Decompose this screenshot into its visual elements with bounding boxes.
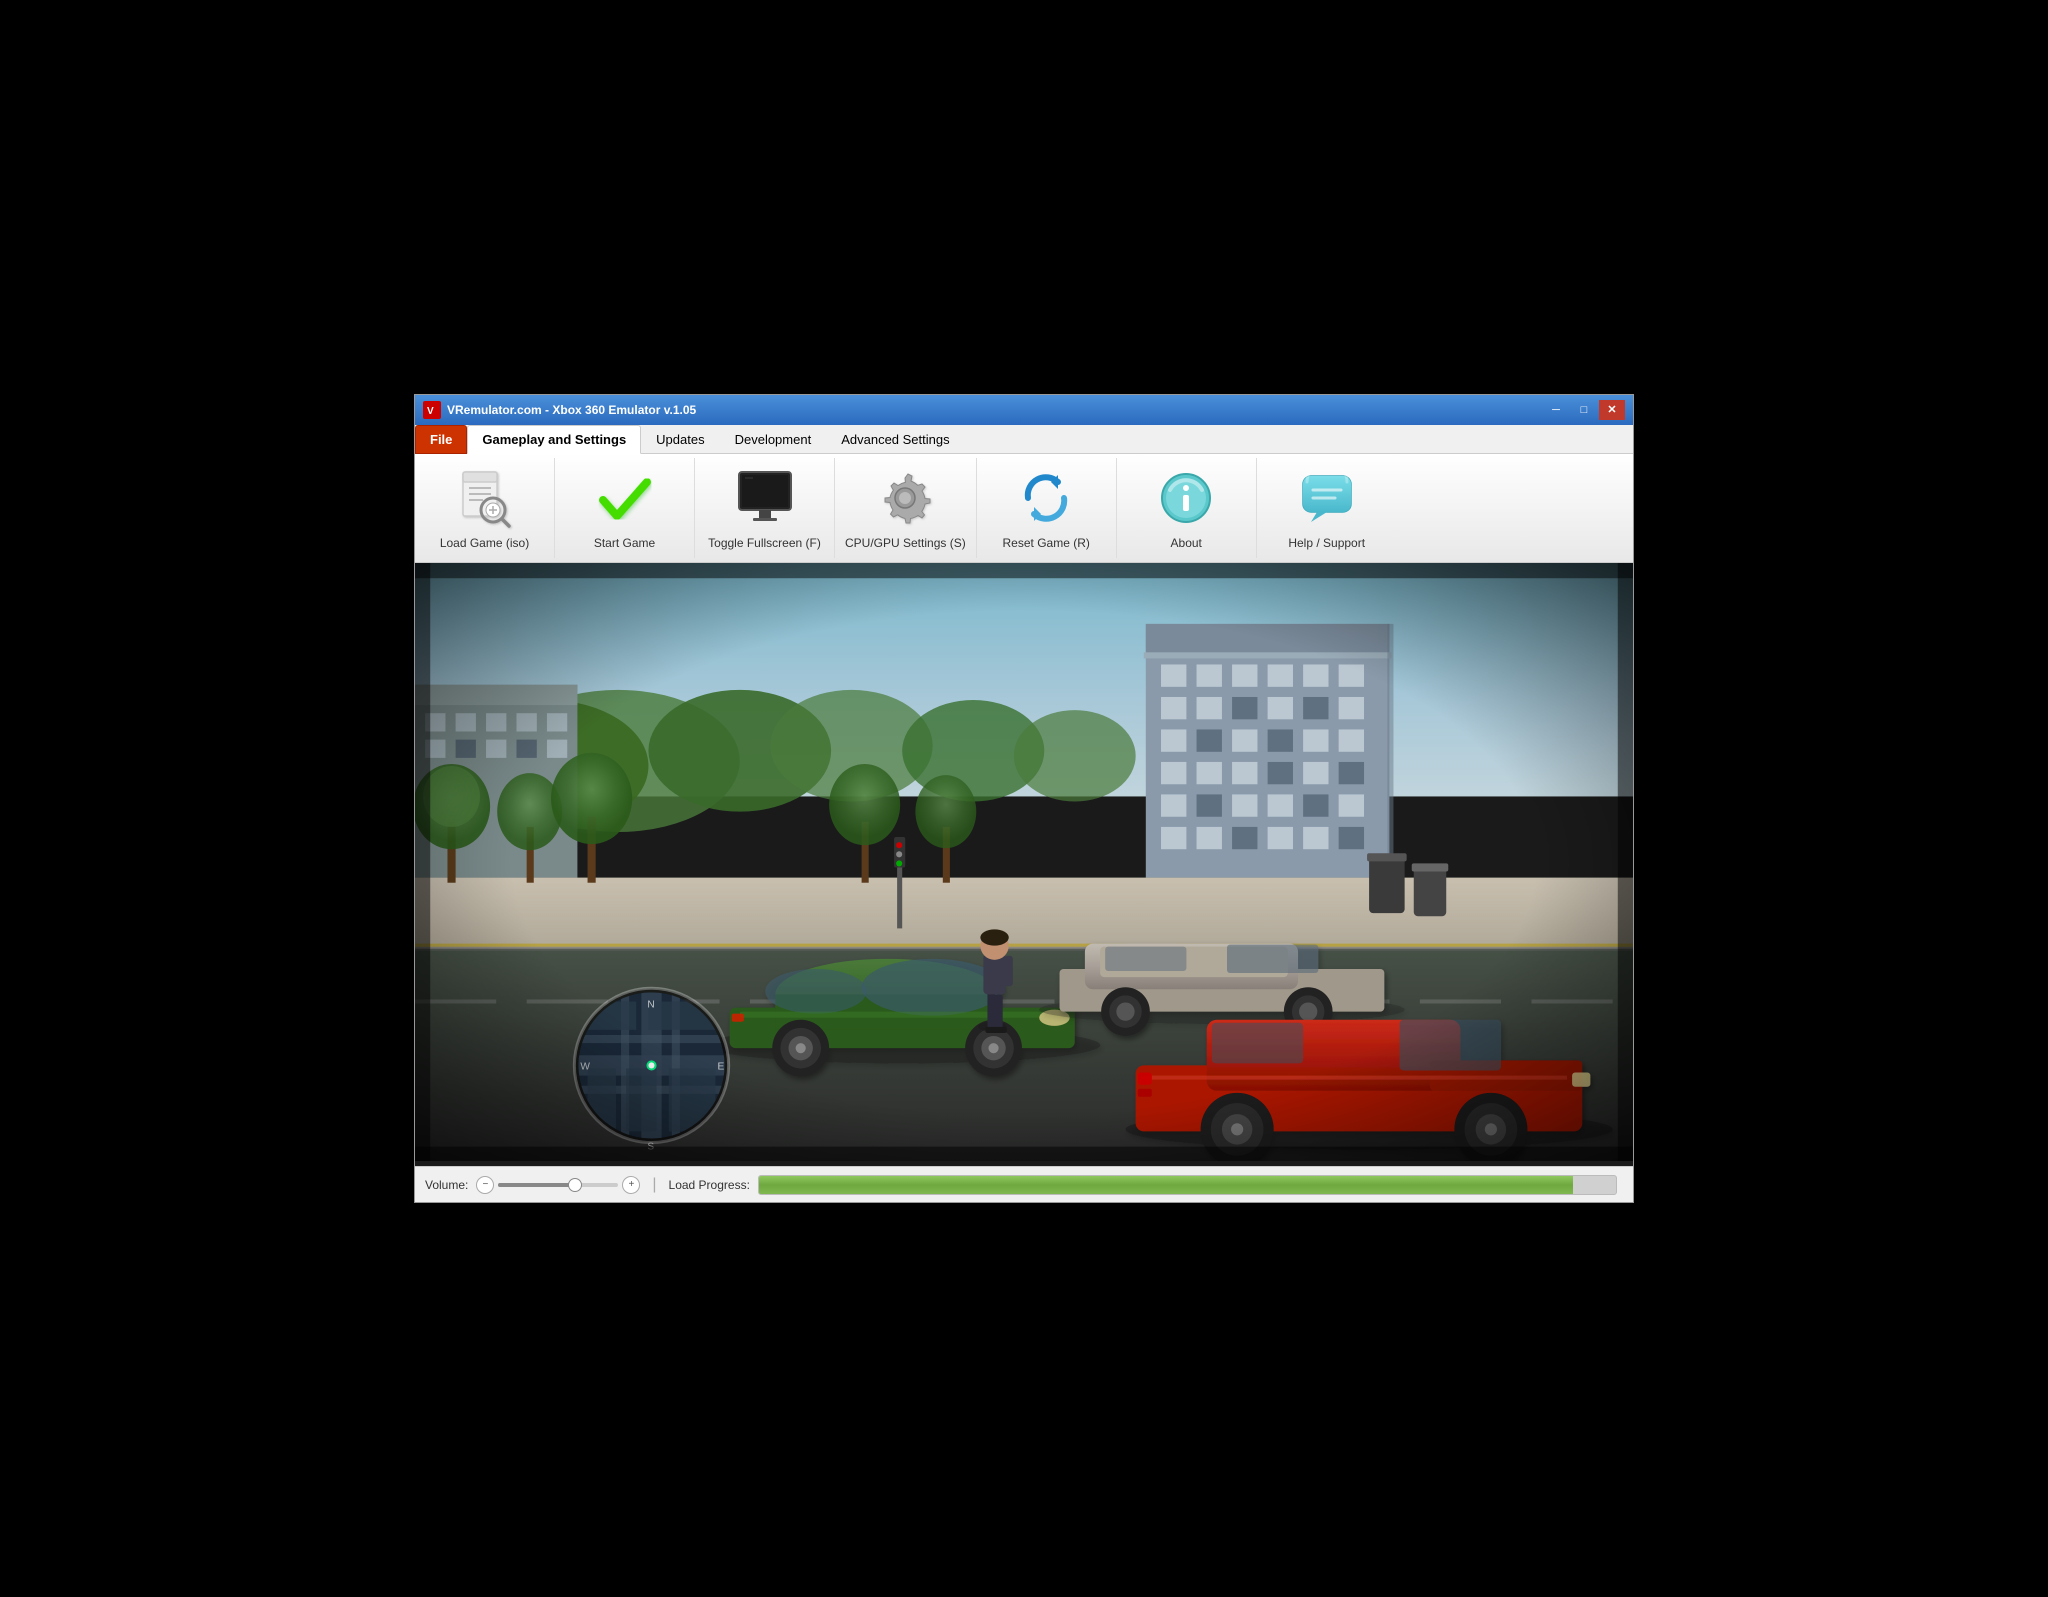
volume-increase-button[interactable]: + xyxy=(622,1176,640,1194)
volume-label: Volume: xyxy=(425,1178,468,1192)
status-bar: Volume: − + | Load Progress: xyxy=(415,1166,1633,1202)
toggle-fullscreen-button[interactable]: Toggle Fullscreen (F) xyxy=(695,458,835,558)
volume-slider-thumb[interactable] xyxy=(568,1178,582,1192)
info-icon xyxy=(1154,466,1218,530)
close-button[interactable]: ✕ xyxy=(1599,400,1625,420)
title-bar: V VRemulator.com - Xbox 360 Emulator v.1… xyxy=(415,395,1633,425)
refresh-icon xyxy=(1014,466,1078,530)
main-window: V VRemulator.com - Xbox 360 Emulator v.1… xyxy=(414,394,1634,1204)
load-progress-bar xyxy=(758,1175,1617,1195)
help-support-button[interactable]: Help / Support xyxy=(1257,458,1397,558)
title-bar-left: V VRemulator.com - Xbox 360 Emulator v.1… xyxy=(423,401,696,419)
maximize-button[interactable]: □ xyxy=(1571,400,1597,420)
volume-decrease-button[interactable]: − xyxy=(476,1176,494,1194)
volume-slider[interactable] xyxy=(498,1183,618,1187)
tab-updates[interactable]: Updates xyxy=(641,425,719,454)
start-game-button[interactable]: Start Game xyxy=(555,458,695,558)
about-label: About xyxy=(1171,536,1202,550)
chat-icon xyxy=(1295,466,1359,530)
svg-text:N: N xyxy=(647,999,654,1010)
monitor-icon xyxy=(733,466,797,530)
start-game-label: Start Game xyxy=(594,536,655,550)
tab-file[interactable]: File xyxy=(415,425,467,454)
load-game-label: Load Game (iso) xyxy=(440,536,529,550)
status-divider: | xyxy=(652,1176,656,1194)
progress-bar-fill xyxy=(759,1176,1573,1194)
window-title: VRemulator.com - Xbox 360 Emulator v.1.0… xyxy=(447,403,696,417)
svg-text:W: W xyxy=(580,1061,590,1072)
cpu-gpu-settings-label: CPU/GPU Settings (S) xyxy=(845,536,966,550)
gear-icon xyxy=(873,466,937,530)
game-viewport: S N W E xyxy=(415,563,1633,1162)
reset-game-button[interactable]: Reset Game (R) xyxy=(977,458,1117,558)
volume-slider-track xyxy=(498,1183,570,1187)
help-support-label: Help / Support xyxy=(1288,536,1365,550)
load-game-button[interactable]: Load Game (iso) xyxy=(415,458,555,558)
load-progress-label: Load Progress: xyxy=(669,1178,750,1192)
svg-text:E: E xyxy=(717,1061,724,1072)
about-button[interactable]: About xyxy=(1117,458,1257,558)
svg-text:V: V xyxy=(427,406,434,417)
game-screen: S N W E xyxy=(415,563,1633,1167)
window-controls: ─ □ ✕ xyxy=(1543,400,1625,420)
app-icon: V xyxy=(423,401,441,419)
toggle-fullscreen-label: Toggle Fullscreen (F) xyxy=(708,536,821,550)
menu-bar: File Gameplay and Settings Updates Devel… xyxy=(415,425,1633,454)
toolbar: Load Game (iso) Start Game xyxy=(415,454,1633,563)
cpu-gpu-settings-button[interactable]: CPU/GPU Settings (S) xyxy=(835,458,977,558)
minimize-button[interactable]: ─ xyxy=(1543,400,1569,420)
tab-development[interactable]: Development xyxy=(720,425,827,454)
tab-gameplay[interactable]: Gameplay and Settings xyxy=(467,425,641,454)
document-search-icon xyxy=(453,466,517,530)
volume-control: − + xyxy=(476,1176,640,1194)
reset-game-label: Reset Game (R) xyxy=(1003,536,1090,550)
tab-advanced-settings[interactable]: Advanced Settings xyxy=(826,425,964,454)
checkmark-icon xyxy=(593,466,657,530)
